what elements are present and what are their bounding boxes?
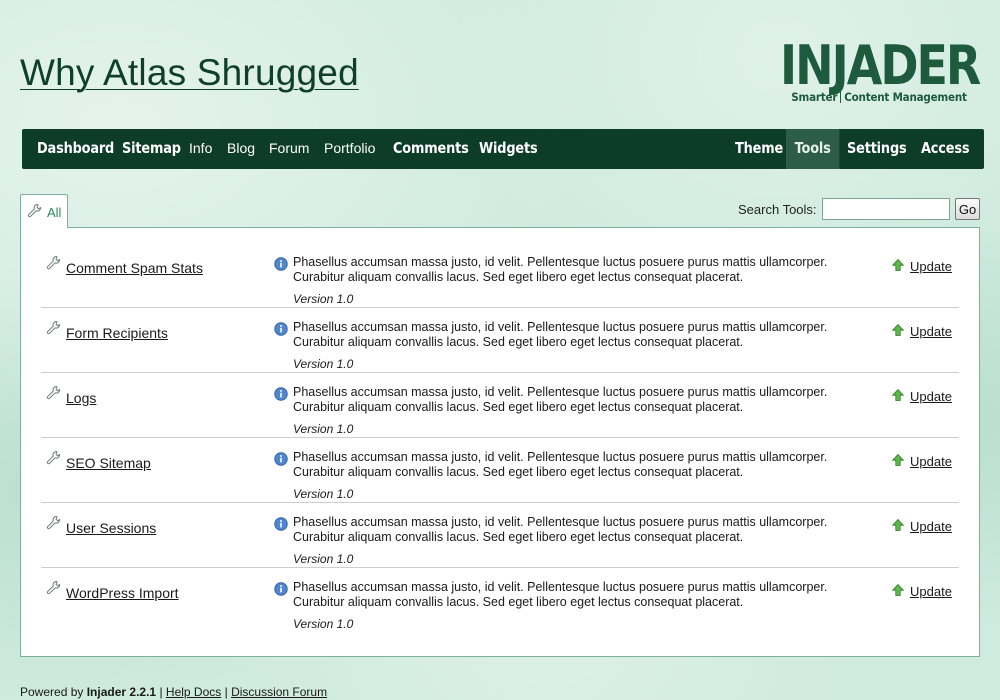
tool-version: Version 1.0 xyxy=(293,422,354,436)
arrow-up-icon xyxy=(891,323,905,341)
tool-name-link[interactable]: SEO Sitemap xyxy=(66,455,151,471)
nav-dashboard[interactable]: Dashboard xyxy=(37,129,114,169)
nav-portfolio[interactable]: Portfolio xyxy=(324,129,375,169)
tool-name-link[interactable]: User Sessions xyxy=(66,520,156,536)
help-docs-link[interactable]: Help Docs xyxy=(166,685,221,699)
update-link[interactable]: Update xyxy=(910,324,952,339)
tool-name-link[interactable]: Logs xyxy=(66,390,96,406)
info-icon xyxy=(274,582,288,601)
arrow-up-icon xyxy=(891,583,905,601)
nav-theme[interactable]: Theme xyxy=(735,129,783,169)
info-icon xyxy=(274,517,288,536)
footer-product: Injader 2.2.1 xyxy=(86,685,157,699)
arrow-up-icon xyxy=(891,388,905,406)
tool-description: Phasellus accumsan massa justo, id velit… xyxy=(293,515,828,544)
tools-panel: Comment Spam Stats Phasellus accumsan ma… xyxy=(20,227,980,657)
tool-row: Form Recipients Phasellus accumsan massa… xyxy=(41,307,959,373)
tool-version: Version 1.0 xyxy=(293,617,354,631)
logo-tagline: Smarter Content Management xyxy=(780,90,978,104)
info-icon xyxy=(274,387,288,406)
footer-separator: | xyxy=(159,685,163,699)
update-link[interactable]: Update xyxy=(910,454,952,469)
discussion-forum-link[interactable]: Discussion Forum xyxy=(231,685,327,699)
arrow-up-icon xyxy=(891,258,905,276)
info-icon xyxy=(274,257,288,276)
nav-comments[interactable]: Comments xyxy=(393,129,469,169)
footer: Powered by Injader 2.2.1 | Help Docs | D… xyxy=(20,685,327,699)
logo-tagline-right: Content Management xyxy=(844,90,967,104)
tool-version: Version 1.0 xyxy=(293,292,354,306)
search-label: Search Tools: xyxy=(738,202,817,217)
arrow-up-icon xyxy=(891,518,905,536)
tool-description: Phasellus accumsan massa justo, id velit… xyxy=(293,450,828,479)
main-nav: Dashboard Sitemap Info Blog Forum Portfo… xyxy=(22,129,984,169)
tool-description: Phasellus accumsan massa justo, id velit… xyxy=(293,255,828,284)
injader-logo: INJADER Smarter Content Management xyxy=(780,33,981,108)
info-icon xyxy=(274,452,288,471)
tool-version: Version 1.0 xyxy=(293,487,354,501)
update-link[interactable]: Update xyxy=(910,519,952,534)
tool-row: SEO Sitemap Phasellus accumsan massa jus… xyxy=(41,437,959,503)
wrench-icon xyxy=(46,515,62,536)
tool-description: Phasellus accumsan massa justo, id velit… xyxy=(293,320,828,349)
tool-version: Version 1.0 xyxy=(293,357,354,371)
update-link[interactable]: Update xyxy=(910,259,952,274)
tool-description: Phasellus accumsan massa justo, id velit… xyxy=(293,385,828,414)
nav-info[interactable]: Info xyxy=(189,129,212,169)
update-link[interactable]: Update xyxy=(910,389,952,404)
tool-name-link[interactable]: Comment Spam Stats xyxy=(66,260,203,276)
wrench-icon xyxy=(46,255,62,276)
footer-powered-by: Powered by xyxy=(20,685,84,699)
tool-row: WordPress Import Phasellus accumsan mass… xyxy=(41,567,959,632)
nav-settings[interactable]: Settings xyxy=(847,129,907,169)
info-icon xyxy=(274,322,288,341)
tool-name-link[interactable]: WordPress Import xyxy=(66,585,179,601)
nav-widgets[interactable]: Widgets xyxy=(479,129,538,169)
tool-row: User Sessions Phasellus accumsan massa j… xyxy=(41,502,959,568)
wrench-icon xyxy=(46,320,62,341)
tool-name-link[interactable]: Form Recipients xyxy=(66,325,168,341)
tool-row: Comment Spam Stats Phasellus accumsan ma… xyxy=(41,242,959,308)
go-button[interactable]: Go xyxy=(955,198,980,220)
search-input[interactable] xyxy=(822,198,950,220)
nav-forum[interactable]: Forum xyxy=(269,129,309,169)
nav-sitemap[interactable]: Sitemap xyxy=(122,129,181,169)
nav-blog[interactable]: Blog xyxy=(227,129,255,169)
nav-tools[interactable]: Tools xyxy=(786,129,840,169)
logo-tagline-left: Smarter xyxy=(791,90,838,104)
site-title[interactable]: Why Atlas Shrugged xyxy=(20,52,359,94)
wrench-icon xyxy=(46,450,62,471)
tab-all-label: All xyxy=(47,205,62,220)
logo-word: INJADER xyxy=(780,33,981,97)
wrench-icon xyxy=(46,580,62,601)
arrow-up-icon xyxy=(891,453,905,471)
tool-version: Version 1.0 xyxy=(293,552,354,566)
tool-row: Logs Phasellus accumsan massa justo, id … xyxy=(41,372,959,438)
wrench-icon xyxy=(46,385,62,406)
wrench-icon xyxy=(27,203,43,224)
footer-separator: | xyxy=(224,685,228,699)
tab-all[interactable]: All xyxy=(20,194,68,228)
update-link[interactable]: Update xyxy=(910,584,952,599)
nav-access[interactable]: Access xyxy=(921,129,970,169)
tool-description: Phasellus accumsan massa justo, id velit… xyxy=(293,580,828,609)
